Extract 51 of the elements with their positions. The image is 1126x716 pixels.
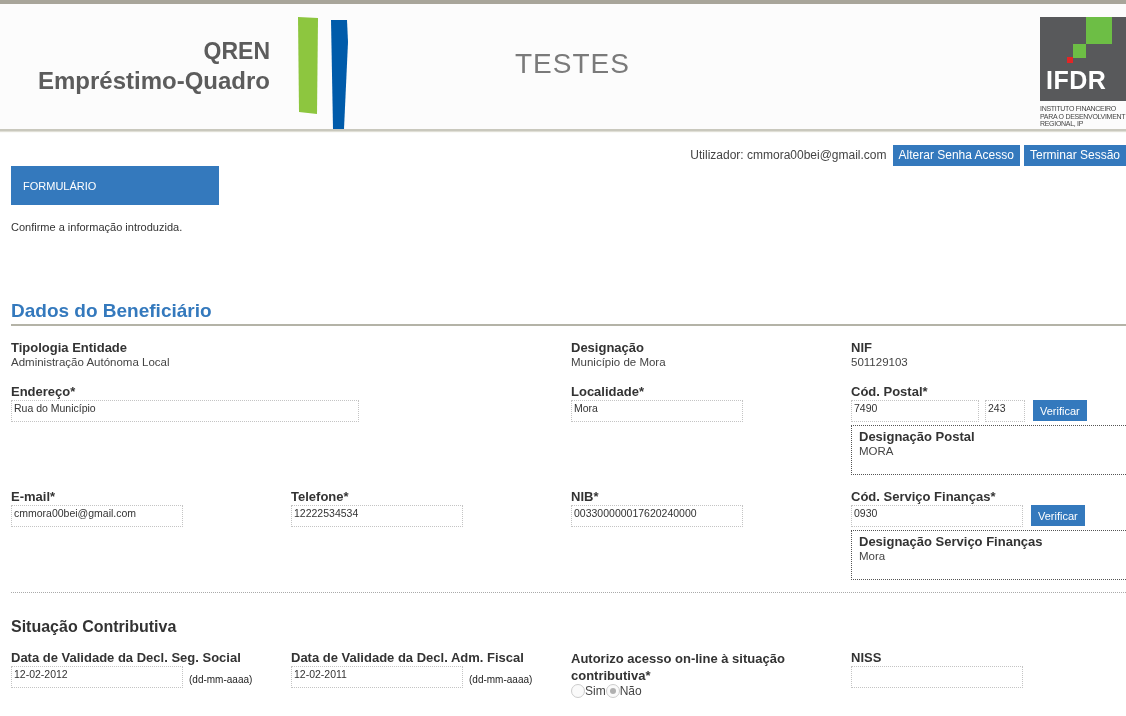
logo-acronym: IFDR: [1046, 66, 1107, 95]
field-value: Município de Mora: [571, 355, 666, 370]
field-label: Data de Validade da Decl. Adm. Fiscal: [291, 650, 524, 665]
radio-option[interactable]: Não: [605, 684, 642, 698]
field-label: NIF: [851, 340, 872, 355]
input-field[interactable]: 243: [985, 400, 1025, 422]
header-button[interactable]: Alterar Senha Acesso: [892, 144, 1020, 166]
app-name: Empréstimo-Quadro: [37, 66, 270, 96]
date-format-hint: (dd-mm-aaaa): [469, 674, 533, 685]
input-field[interactable]: Rua do Município: [11, 400, 359, 422]
input-field[interactable]: 003300000017620240000: [571, 505, 743, 527]
field-label: E-mail*: [11, 489, 56, 504]
squares-icon: [1067, 17, 1112, 63]
field-label: Endereço*: [11, 384, 76, 399]
lookup-label: Designação Postal: [859, 429, 976, 444]
field-label: NISS: [851, 650, 882, 665]
input-field[interactable]: [851, 666, 1023, 688]
date-field[interactable]: 12-02-2012: [11, 666, 183, 688]
field-label: Tipologia Entidade: [11, 340, 128, 355]
radio-option[interactable]: Sim: [571, 684, 606, 698]
section-title: Dados do Beneficiário: [11, 299, 1126, 326]
stripes-logo-icon: [298, 17, 350, 129]
input-field[interactable]: 7490: [851, 400, 979, 422]
input-field[interactable]: 12222534534: [291, 505, 463, 527]
input-field[interactable]: cmmora00bei@gmail.com: [11, 505, 183, 527]
field-label: Cód. Postal*: [851, 384, 928, 399]
field-label: Autorizo acesso on-line à situação contributiva*: [571, 650, 786, 684]
verify-button[interactable]: Verificar: [1033, 400, 1087, 421]
lookup-value: Mora: [859, 549, 887, 564]
user-label: Utilizador: cmmora00bei@gmail.com: [690, 148, 887, 162]
header-button[interactable]: Terminar Sessão: [1023, 144, 1126, 166]
input-field[interactable]: 0930: [851, 505, 1023, 527]
form-tab[interactable]: FORMULÁRIO: [11, 166, 219, 205]
environment-title: TESTES: [515, 48, 630, 80]
lookup-value: MORA: [859, 444, 895, 459]
verify-button[interactable]: Verificar: [1031, 505, 1085, 526]
field-label: Data de Validade da Decl. Seg. Social: [11, 650, 241, 665]
field-label: Localidade*: [571, 384, 644, 399]
field-value: 501129103: [851, 355, 908, 370]
date-format-hint: (dd-mm-aaaa): [189, 674, 253, 685]
notice-text: Confirme a informação introduzida.: [11, 221, 184, 233]
lookup-label: Designação Serviço Finanças: [859, 534, 1044, 549]
field-label: NIB*: [571, 489, 599, 504]
date-field[interactable]: 12-02-2011: [291, 666, 463, 688]
input-field[interactable]: Mora: [571, 400, 743, 422]
field-label: Designação: [571, 340, 644, 355]
field-label: Telefone*: [291, 489, 349, 504]
app-label: QREN: [203, 37, 270, 65]
field-value: Administração Autónoma Local: [11, 355, 170, 370]
field-label: Cód. Serviço Finanças*: [851, 489, 996, 504]
section-title: Situação Contributiva: [11, 618, 178, 636]
